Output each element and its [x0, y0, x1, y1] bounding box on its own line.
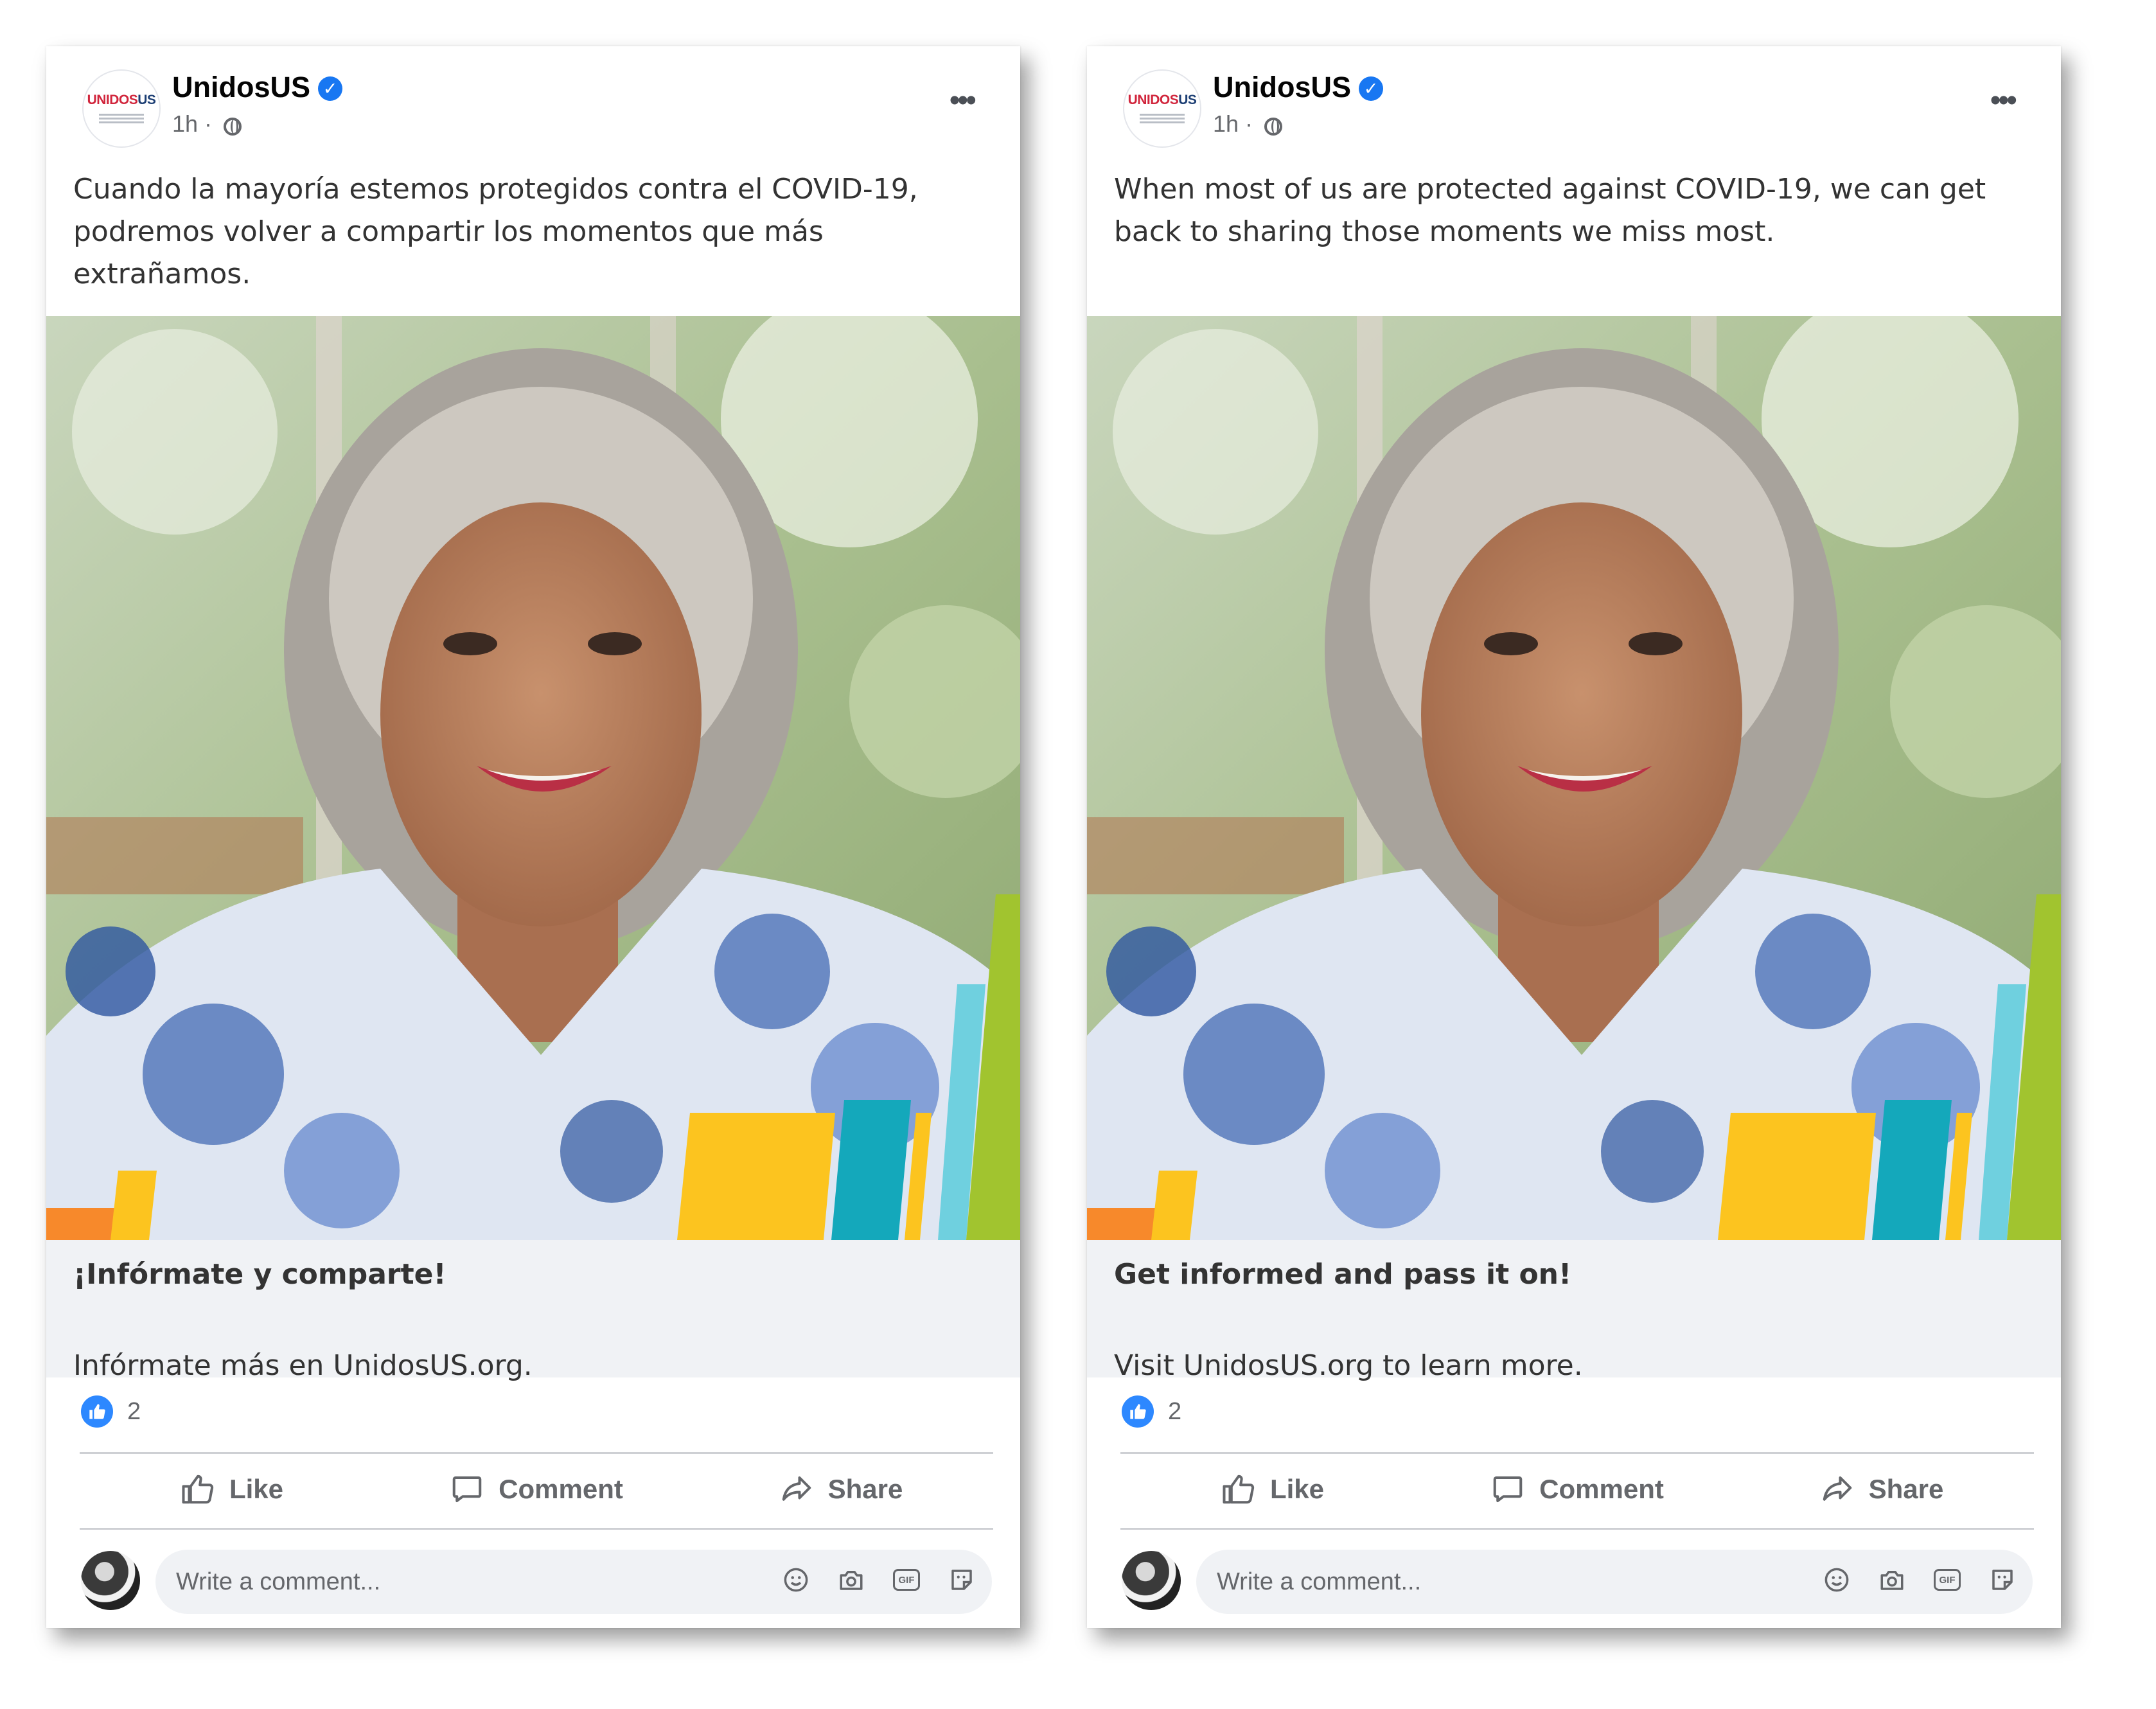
- unidosus-logo: UNIDOSUS: [87, 92, 156, 107]
- logo-tagline: [99, 112, 144, 125]
- unidosus-logo: UNIDOSUS: [1127, 92, 1197, 107]
- link-headline[interactable]: Get informed and pass it on!: [1114, 1258, 1571, 1291]
- page-name-row[interactable]: UnidosUS ✓: [1213, 71, 1384, 104]
- page-name[interactable]: UnidosUS: [1213, 71, 1351, 103]
- post-image[interactable]: [1087, 316, 2061, 1240]
- link-headline[interactable]: ¡Infórmate y comparte!: [73, 1258, 446, 1291]
- thumbs-up-icon: [182, 1474, 214, 1504]
- post-caption: When most of us are protected against CO…: [1114, 173, 1986, 248]
- facebook-post-english: UNIDOSUS UnidosUS ✓ 1h · ••• When most of…: [1087, 46, 2061, 1628]
- woman-portrait-image: [1087, 316, 2061, 1240]
- reaction-count: 2: [127, 1397, 141, 1425]
- link-description: Visit UnidosUS.org to learn more.: [1114, 1349, 1583, 1382]
- sticker-icon[interactable]: [1989, 1566, 2016, 1593]
- verified-badge-icon: ✓: [318, 76, 343, 101]
- share-arrow-icon: [1823, 1476, 1851, 1501]
- reaction-count: 2: [1168, 1397, 1182, 1425]
- share-label: Share: [1868, 1474, 1944, 1504]
- post-caption: Cuando la mayoría estemos protegidos con…: [73, 173, 918, 290]
- share-button[interactable]: Share: [1729, 1455, 2034, 1524]
- globe-icon: [1264, 118, 1283, 136]
- comment-composer: GIF: [80, 1547, 993, 1616]
- action-bar: Like Comment Share: [80, 1455, 993, 1524]
- post-meta: 1h ·: [172, 111, 242, 137]
- link-description: Infórmate más en UnidosUS.org.: [73, 1349, 533, 1382]
- like-reaction-icon: [81, 1395, 113, 1428]
- like-button[interactable]: Like: [80, 1455, 384, 1524]
- facebook-post-spanish: UNIDOSUS UnidosUS ✓ 1h · ••• Cuando la ma…: [46, 46, 1020, 1628]
- thumbs-up-icon: [1223, 1474, 1255, 1504]
- reaction-summary[interactable]: 2: [81, 1395, 141, 1428]
- post-timestamp[interactable]: 1h ·: [172, 111, 212, 137]
- verified-badge-icon: ✓: [1359, 76, 1384, 101]
- speech-bubble-icon: [1493, 1476, 1523, 1503]
- comment-button[interactable]: Comment: [384, 1455, 689, 1524]
- like-label: Like: [229, 1474, 284, 1504]
- more-options-icon[interactable]: •••: [1990, 85, 2017, 116]
- gif-icon[interactable]: GIF: [1934, 1566, 1961, 1593]
- sticker-icon[interactable]: [948, 1566, 975, 1593]
- post-meta: 1h ·: [1213, 111, 1283, 137]
- share-label: Share: [827, 1474, 903, 1504]
- comment-button[interactable]: Comment: [1425, 1455, 1729, 1524]
- page-avatar[interactable]: UNIDOSUS: [1123, 69, 1201, 148]
- more-options-icon[interactable]: •••: [950, 85, 976, 116]
- share-button[interactable]: Share: [689, 1455, 993, 1524]
- gif-icon[interactable]: GIF: [893, 1566, 920, 1593]
- post-timestamp[interactable]: 1h ·: [1213, 111, 1253, 137]
- user-avatar[interactable]: [81, 1551, 140, 1610]
- camera-icon[interactable]: [838, 1566, 865, 1593]
- like-button[interactable]: Like: [1120, 1455, 1425, 1524]
- page-name[interactable]: UnidosUS: [172, 71, 310, 103]
- comment-composer: GIF: [1120, 1547, 2034, 1616]
- comment-tools: GIF: [1823, 1566, 2016, 1593]
- smiley-icon[interactable]: [782, 1566, 809, 1593]
- user-avatar[interactable]: [1122, 1551, 1181, 1610]
- woman-portrait-image: [46, 316, 1020, 1240]
- camera-icon[interactable]: [1878, 1566, 1905, 1593]
- speech-bubble-icon: [452, 1476, 482, 1503]
- globe-icon: [224, 118, 242, 136]
- like-label: Like: [1269, 1474, 1325, 1504]
- share-arrow-icon: [782, 1476, 811, 1501]
- smiley-icon[interactable]: [1823, 1566, 1850, 1593]
- like-reaction-icon: [1122, 1395, 1154, 1428]
- action-bar: Like Comment Share: [1120, 1455, 2034, 1524]
- page-avatar[interactable]: UNIDOSUS: [82, 69, 161, 148]
- divider-top: [1120, 1452, 2034, 1454]
- comment-label: Comment: [499, 1474, 623, 1504]
- comment-tools: GIF: [782, 1566, 975, 1593]
- divider-top: [80, 1452, 993, 1454]
- comment-label: Comment: [1539, 1474, 1664, 1504]
- page-name-row[interactable]: UnidosUS ✓: [172, 71, 343, 104]
- post-image[interactable]: [46, 316, 1020, 1240]
- divider-bottom: [1120, 1528, 2034, 1530]
- divider-bottom: [80, 1528, 993, 1530]
- logo-tagline: [1140, 112, 1185, 125]
- reaction-summary[interactable]: 2: [1122, 1395, 1181, 1428]
